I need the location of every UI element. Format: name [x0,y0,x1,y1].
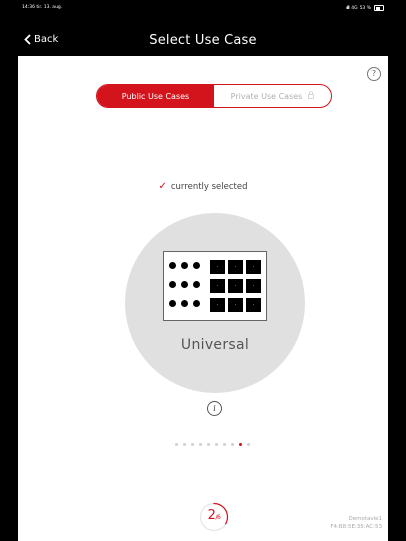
layout-dot [193,300,200,307]
network-type: 4G [351,5,358,11]
tab-private-label: Private Use Cases [230,91,303,101]
status-clock: 14:36 [22,5,35,10]
page-dot[interactable] [223,443,226,446]
layout-dot [181,262,188,269]
selection-label: currently selected [170,182,248,192]
tab-public-use-cases[interactable]: Public Use Cases [97,85,214,107]
help-icon[interactable]: ? [367,67,381,81]
status-time: 14:36 tir. 13. aug. [22,5,62,10]
layout-dot [169,262,176,269]
page-dot[interactable] [215,443,218,446]
page-dot[interactable] [199,443,202,446]
layout-square [210,260,225,274]
page-dot[interactable] [191,443,194,446]
layout-dot [193,262,200,269]
counter-total: 6 [216,514,221,521]
layout-dot [169,281,176,288]
layout-square [210,279,225,293]
page-dot[interactable] [247,443,250,446]
page-title: Select Use Case [149,33,257,48]
layout-square [210,298,225,312]
page-dot[interactable] [239,443,242,446]
layout-dot [181,281,188,288]
use-case-name: Universal [180,337,250,353]
page-dot[interactable] [183,443,186,446]
universal-layout-icon [163,251,267,321]
device-mac: F4:B8:5E:35:AC:53 [330,524,382,530]
device-name: Demotavle1 [348,516,382,522]
tab-private-use-cases[interactable]: Private Use Cases [214,85,331,107]
info-icon[interactable]: i [207,401,222,416]
layout-dot [193,281,200,288]
status-date: tir. 13. aug. [36,5,63,10]
layout-dot [181,300,188,307]
page-dot[interactable] [231,443,234,446]
battery-percent: 53 % [359,5,371,11]
layout-square [228,260,243,274]
tab-public-label: Public Use Cases [121,91,190,101]
counter-text: 2/6 [207,508,221,523]
status-right: ıll 4G 53 % [346,5,384,11]
layout-dot [169,300,176,307]
layout-square [228,298,243,312]
check-icon: ✓ [158,181,167,192]
layout-square [246,298,261,312]
page-indicator [175,443,250,447]
use-case-segmented-control: Public Use Cases Private Use Cases [96,84,332,108]
device-info: Demotavle1 F4:B8:5E:35:AC:53 [330,515,382,531]
layout-square [246,260,261,274]
use-case-counter: 2/6 [199,502,229,532]
page-dot[interactable] [175,443,178,446]
battery-icon [374,5,384,11]
signal-icon: ıll [346,5,350,11]
layout-square [246,279,261,293]
selection-indicator: ✓ currently selected [0,181,406,192]
lock-icon [308,91,315,101]
status-bar: 14:36 tir. 13. aug. ıll 4G 53 % [0,0,406,16]
navigation-bar: Back Select Use Case [0,28,406,56]
page-dot[interactable] [207,443,210,446]
layout-square [228,279,243,293]
